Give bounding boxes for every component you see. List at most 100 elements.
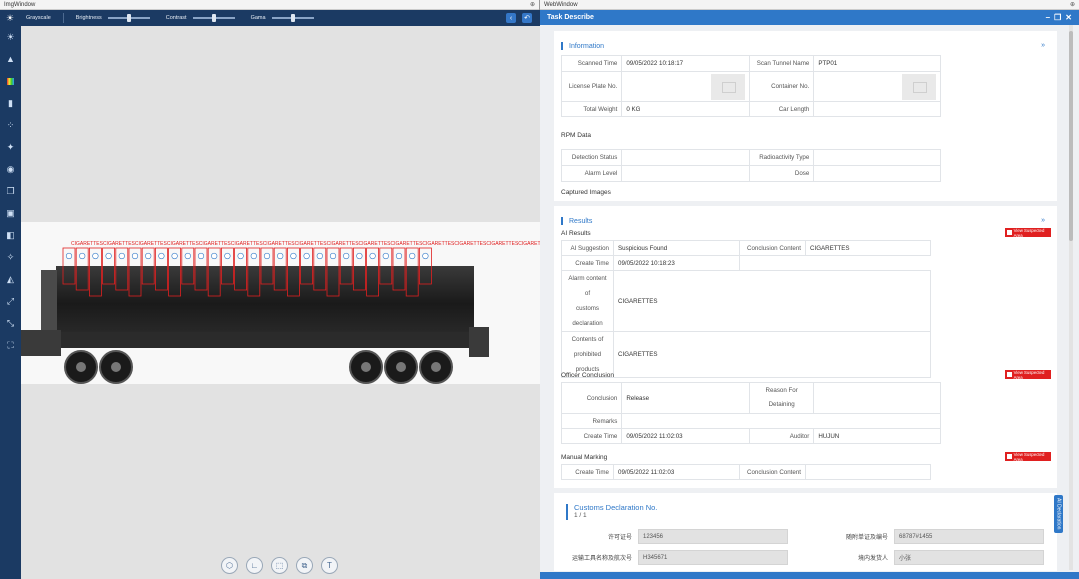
toolbar-divider: [62, 13, 64, 23]
histogram-icon[interactable]: ▮: [0, 92, 21, 114]
frame-icon[interactable]: ⬚: [271, 557, 288, 574]
suspect-marker[interactable]: [409, 252, 416, 260]
suspect-marker[interactable]: [303, 252, 310, 260]
chart-icon[interactable]: ◭: [0, 268, 21, 290]
text-icon[interactable]: T: [321, 557, 338, 574]
wheel-hub: [361, 362, 371, 372]
suspect-marker[interactable]: [369, 252, 376, 260]
alarm-content-label: Alarm content of customs declaration: [561, 270, 614, 332]
suspect-marker[interactable]: [145, 252, 152, 260]
suspect-marker[interactable]: [131, 252, 139, 260]
detection-status-label: Detection Status: [560, 149, 623, 166]
magic-icon[interactable]: ✦: [0, 136, 21, 158]
chevron-down-icon[interactable]: »: [1041, 42, 1045, 49]
view-suspected-button[interactable]: View Suspected Area: [1005, 228, 1051, 238]
compare-icon[interactable]: ⧉: [296, 557, 313, 574]
customs-field-value[interactable]: 68787#1455: [894, 529, 1044, 544]
gamma-slider[interactable]: [271, 14, 314, 22]
zoom-fit-icon[interactable]: ⤡: [0, 312, 21, 334]
suspect-marker[interactable]: [263, 252, 271, 260]
chassis: [41, 332, 481, 348]
pin-icon[interactable]: ⊕: [530, 1, 535, 8]
slider-knob[interactable]: [290, 14, 295, 22]
auditor-label: Auditor: [748, 428, 815, 444]
customs-field-label: 随附单证及编号: [845, 535, 888, 541]
suspect-marker[interactable]: [356, 252, 363, 260]
results-title: Results: [561, 217, 592, 225]
customs-field-value[interactable]: 123456: [638, 529, 788, 544]
xray-scan-image[interactable]: CIGARETTESCIGARETTESCIGARETTESCIGARETTES…: [21, 222, 551, 384]
zoom-all-icon[interactable]: ⛶: [0, 334, 21, 356]
suspect-marker[interactable]: [92, 252, 99, 260]
scan-image-area[interactable]: CIGARETTESCIGARETTESCIGARETTESCIGARETTES…: [21, 222, 551, 384]
pin-icon[interactable]: ⊕: [1070, 1, 1075, 8]
suspect-marker[interactable]: [118, 252, 125, 260]
suspect-marker[interactable]: [250, 252, 257, 260]
scanned-time-value: 09/05/2022 10:18:17: [621, 55, 750, 72]
image-icon[interactable]: ▣: [0, 202, 21, 224]
suspect-marker[interactable]: [422, 252, 429, 260]
suspect-marker[interactable]: [343, 252, 350, 260]
suspect-marker[interactable]: [237, 252, 244, 260]
customs-card: Customs Declaration No. 1 / 1 许可证号 123456…: [554, 493, 1057, 571]
slider-knob[interactable]: [126, 14, 131, 22]
view-suspected-button[interactable]: View Suspected Area: [1005, 370, 1051, 380]
suspect-marker[interactable]: [105, 252, 112, 260]
scan-tunnel-label: Scan Tunnel Name: [748, 55, 815, 72]
officer-create-time-label: Create Time: [560, 428, 623, 444]
ruler-icon[interactable]: ∟: [246, 557, 263, 574]
customs-field-value[interactable]: 小张: [894, 550, 1044, 565]
cluster-icon[interactable]: ⁘: [0, 114, 21, 136]
sun-icon[interactable]: ☀: [0, 26, 21, 48]
select-icon[interactable]: ⬡: [221, 557, 238, 574]
suspect-marker[interactable]: [224, 252, 231, 260]
contrast-slider[interactable]: [192, 14, 235, 22]
suspect-marker[interactable]: [65, 252, 73, 260]
suspect-marker[interactable]: [211, 252, 218, 260]
sun-icon[interactable]: ☀: [0, 10, 20, 26]
suspect-marker[interactable]: [382, 252, 389, 260]
minimize-icon[interactable]: –: [1046, 13, 1050, 22]
suspect-marker[interactable]: [277, 252, 284, 260]
scrollbar[interactable]: [1069, 25, 1073, 570]
layers-icon[interactable]: ❐: [0, 180, 21, 202]
suspect-marker[interactable]: [329, 252, 337, 260]
suspect-marker[interactable]: [79, 252, 86, 260]
wheels: [64, 350, 453, 384]
grayscale-label[interactable]: Grayscale: [26, 15, 51, 21]
triangle-icon[interactable]: ▲: [0, 48, 21, 70]
check-icon: [1007, 372, 1012, 377]
view-suspected-button[interactable]: View Suspected Area: [1005, 452, 1051, 462]
customs-field-value[interactable]: H345671: [638, 550, 788, 565]
chevron-down-icon[interactable]: »: [1041, 217, 1045, 224]
suspect-marker[interactable]: [197, 252, 205, 260]
container-image-icon[interactable]: [902, 73, 936, 100]
annotation-label: CIGARETTESCIGARETTESCIGARETTESCIGARETTES…: [71, 241, 540, 247]
suspect-marker[interactable]: [171, 252, 178, 260]
suspect-marker[interactable]: [316, 252, 323, 260]
total-weight-label: Total Weight: [560, 101, 623, 117]
suspect-marker[interactable]: [395, 252, 403, 260]
eye-icon[interactable]: ◉: [0, 158, 21, 180]
expand-icon[interactable]: ⤢: [0, 290, 21, 312]
xray-viewer[interactable]: CIGARETTESCIGARETTESCIGARETTESCIGARETTES…: [21, 26, 551, 579]
ai-suggestion-value: Suspicious Found: [613, 240, 740, 256]
slider-knob[interactable]: [211, 14, 216, 22]
sparkle-icon[interactable]: ✧: [0, 246, 21, 268]
ai-declaration-tab[interactable]: AI Declaration: [1054, 495, 1063, 533]
scrollbar-thumb[interactable]: [1069, 31, 1073, 241]
suspect-marker[interactable]: [290, 252, 297, 260]
brightness-slider[interactable]: [107, 14, 150, 22]
restore-icon[interactable]: ❐: [1054, 13, 1061, 22]
suspect-marker[interactable]: [158, 252, 165, 260]
split-icon[interactable]: ◧: [0, 224, 21, 246]
license-plate-image-icon[interactable]: [710, 73, 745, 100]
officer-conclusion-label: Officer Conclusion: [561, 372, 614, 379]
suspect-marker[interactable]: [184, 252, 191, 260]
back-icon[interactable]: ↶: [522, 13, 532, 23]
close-icon[interactable]: ✕: [1065, 13, 1072, 22]
palette-icon[interactable]: [0, 70, 21, 92]
task-title: Task Describe: [547, 14, 594, 21]
collapse-left-icon[interactable]: ‹: [506, 13, 516, 23]
radioactivity-type-value: [813, 149, 941, 166]
